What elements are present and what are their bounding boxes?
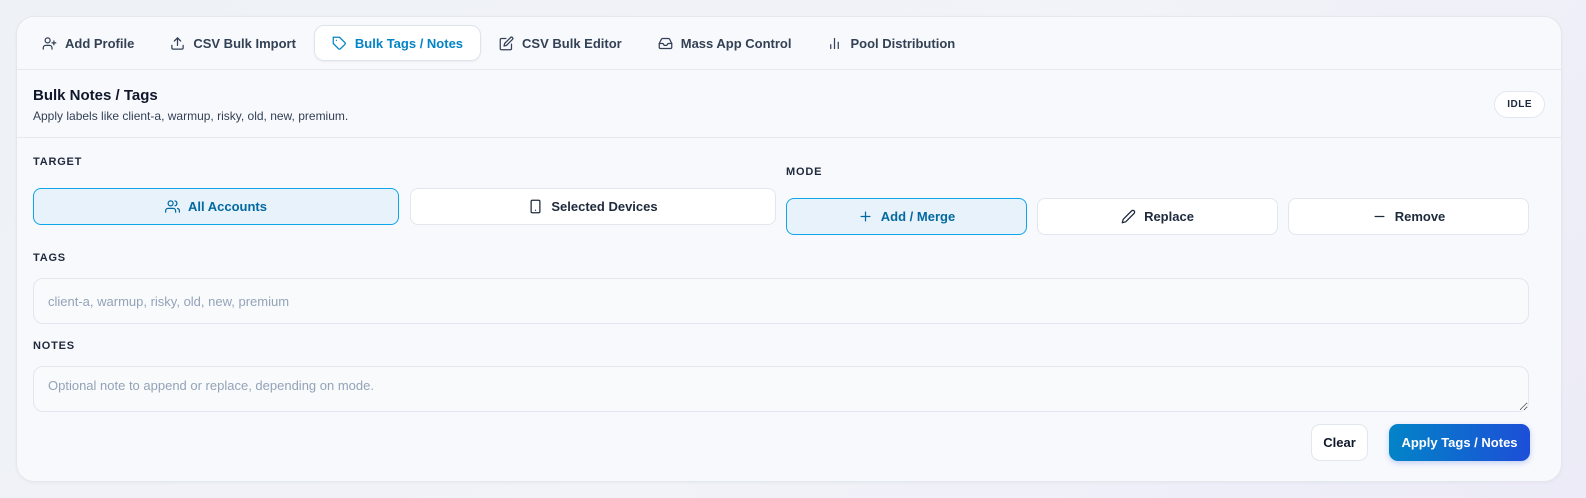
- tab-label: CSV Bulk Import: [193, 35, 296, 51]
- bulk-tags-panel: Add Profile CSV Bulk Import Bulk Tags / …: [16, 16, 1562, 482]
- inbox-icon: [658, 37, 673, 49]
- tab-csv-bulk-editor[interactable]: CSV Bulk Editor: [481, 25, 640, 61]
- tab-add-profile[interactable]: Add Profile: [24, 25, 152, 61]
- edit-icon: [499, 36, 514, 50]
- apply-tags-notes-button[interactable]: Apply Tags / Notes: [1389, 424, 1530, 461]
- option-label: Remove: [1394, 209, 1446, 224]
- notes-textarea[interactable]: [33, 366, 1529, 412]
- tab-label: Bulk Tags / Notes: [354, 35, 464, 51]
- mode-remove-button[interactable]: Remove: [1288, 198, 1529, 235]
- page-subtitle: Apply labels like client-a, warmup, risk…: [33, 109, 349, 123]
- tab-label: Add Profile: [65, 35, 135, 51]
- target-label: TARGET: [33, 156, 83, 168]
- tab-bulk-tags-notes[interactable]: Bulk Tags / Notes: [313, 25, 482, 61]
- users-icon: [165, 200, 180, 213]
- clear-button[interactable]: Clear: [1311, 424, 1368, 461]
- notes-label: NOTES: [33, 340, 75, 352]
- upload-icon: [171, 36, 185, 50]
- tags-input[interactable]: [33, 278, 1529, 324]
- mode-add-merge-button[interactable]: Add / Merge: [786, 198, 1027, 235]
- option-label: All Accounts: [188, 199, 267, 214]
- tag-icon: [332, 36, 346, 50]
- tab-label: Mass App Control: [680, 35, 792, 51]
- tags-label: TAGS: [33, 252, 66, 264]
- option-label: Selected Devices: [551, 199, 658, 214]
- user-plus-icon: [42, 36, 57, 50]
- smartphone-icon: [530, 199, 541, 214]
- minus-icon: [1374, 215, 1385, 218]
- mode-label: MODE: [786, 166, 823, 178]
- tab-label: CSV Bulk Editor: [522, 35, 622, 51]
- plus-icon: [860, 211, 871, 222]
- tab-csv-bulk-import[interactable]: CSV Bulk Import: [152, 25, 314, 61]
- tab-pool-distribution[interactable]: Pool Distribution: [809, 25, 973, 61]
- panel-header: Bulk Notes / Tags Apply labels like clie…: [17, 70, 1561, 138]
- bar-chart-icon: [830, 37, 840, 49]
- page-title: Bulk Notes / Tags: [33, 87, 158, 104]
- tab-bar: Add Profile CSV Bulk Import Bulk Tags / …: [17, 17, 1561, 70]
- target-selected-devices-button[interactable]: Selected Devices: [410, 188, 776, 225]
- target-all-accounts-button[interactable]: All Accounts: [33, 188, 399, 225]
- pencil-icon: [1121, 209, 1136, 224]
- tab-label: Pool Distribution: [850, 35, 956, 51]
- option-label: Add / Merge: [880, 209, 956, 224]
- option-label: Replace: [1144, 209, 1194, 224]
- mode-replace-button[interactable]: Replace: [1037, 198, 1278, 235]
- tab-mass-app-control[interactable]: Mass App Control: [640, 25, 810, 61]
- status-badge: IDLE: [1494, 91, 1545, 118]
